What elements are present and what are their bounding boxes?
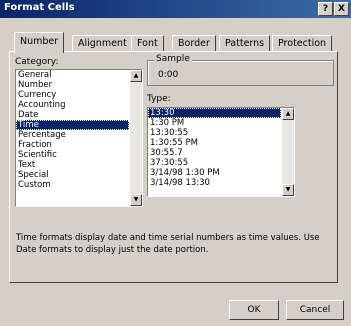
- category-item[interactable]: Time: [16, 120, 129, 130]
- category-item[interactable]: Text: [16, 160, 129, 170]
- number-tab-panel: Category: General Number Currency Accountin…: [9, 51, 338, 283]
- tab-font[interactable]: Font: [131, 35, 164, 52]
- type-item[interactable]: 30:55.7: [148, 148, 281, 158]
- title-bar[interactable]: Format Cells ? X: [0, 0, 351, 18]
- scroll-down-icon[interactable]: ▼: [282, 184, 294, 196]
- category-item[interactable]: Special: [16, 170, 129, 180]
- tab-label: Border: [178, 38, 210, 49]
- scroll-up-icon[interactable]: ▲: [130, 70, 142, 82]
- category-item[interactable]: Accounting: [16, 100, 129, 110]
- tab-label: Number: [20, 36, 59, 47]
- type-list[interactable]: 13:30 1:30 PM 13:30:55 1:30:55 PM 30:55.7 37:…: [147, 107, 295, 197]
- help-button[interactable]: ?: [318, 2, 333, 16]
- ok-button[interactable]: OK: [229, 300, 279, 320]
- category-items: General Number Currency Accounting Date Time P…: [16, 70, 129, 206]
- format-description: Time formats display date and time seria…: [16, 233, 320, 255]
- category-item[interactable]: Custom: [16, 180, 129, 190]
- type-item[interactable]: 13:30:55: [148, 128, 281, 138]
- tab-label: Alignment: [78, 38, 127, 49]
- category-label: Category:: [15, 57, 59, 67]
- tab-number[interactable]: Number: [14, 32, 65, 53]
- type-item[interactable]: 1:30:55 PM: [148, 138, 281, 148]
- category-item[interactable]: General: [16, 70, 129, 80]
- tab-alignment[interactable]: Alignment: [72, 35, 133, 52]
- tab-label: Font: [137, 38, 158, 49]
- window-title: Format Cells: [4, 2, 75, 13]
- sample-group: Sample 0:00: [147, 54, 334, 86]
- format-cells-dialog: Format Cells ? X Number Alignment Font B…: [0, 0, 351, 326]
- scroll-up-icon[interactable]: ▲: [282, 108, 294, 120]
- close-button[interactable]: X: [334, 2, 349, 16]
- type-item[interactable]: 3/14/98 13:30: [148, 178, 281, 188]
- scroll-down-icon[interactable]: ▼: [130, 194, 142, 206]
- type-item[interactable]: 1:30 PM: [148, 118, 281, 128]
- category-item[interactable]: Scientific: [16, 150, 129, 160]
- category-item[interactable]: Date: [16, 110, 129, 120]
- category-item[interactable]: Percentage: [16, 130, 129, 140]
- type-item[interactable]: 3/14/98 1:30 PM: [148, 168, 281, 178]
- cancel-button[interactable]: Cancel: [286, 300, 344, 320]
- tab-border[interactable]: Border: [172, 35, 216, 52]
- tab-label: Patterns: [225, 38, 265, 49]
- category-item[interactable]: Currency: [16, 90, 129, 100]
- tab-label: Protection: [278, 38, 327, 49]
- category-item[interactable]: Number: [16, 80, 129, 90]
- tab-patterns[interactable]: Patterns: [219, 35, 271, 52]
- type-scrollbar[interactable]: ▲ ▼: [282, 108, 294, 196]
- sample-value: 0:00: [158, 70, 179, 80]
- type-items: 13:30 1:30 PM 13:30:55 1:30:55 PM 30:55.7 37:…: [148, 108, 281, 196]
- tab-protection[interactable]: Protection: [272, 35, 333, 52]
- category-item[interactable]: Fraction: [16, 140, 129, 150]
- type-label: Type:: [147, 94, 171, 104]
- sample-label: Sample: [154, 54, 192, 64]
- category-list[interactable]: General Number Currency Accounting Date Time P…: [15, 69, 143, 207]
- type-item[interactable]: 13:30: [148, 108, 281, 118]
- type-item[interactable]: 37:30:55: [148, 158, 281, 168]
- category-scrollbar[interactable]: ▲ ▼: [130, 70, 142, 206]
